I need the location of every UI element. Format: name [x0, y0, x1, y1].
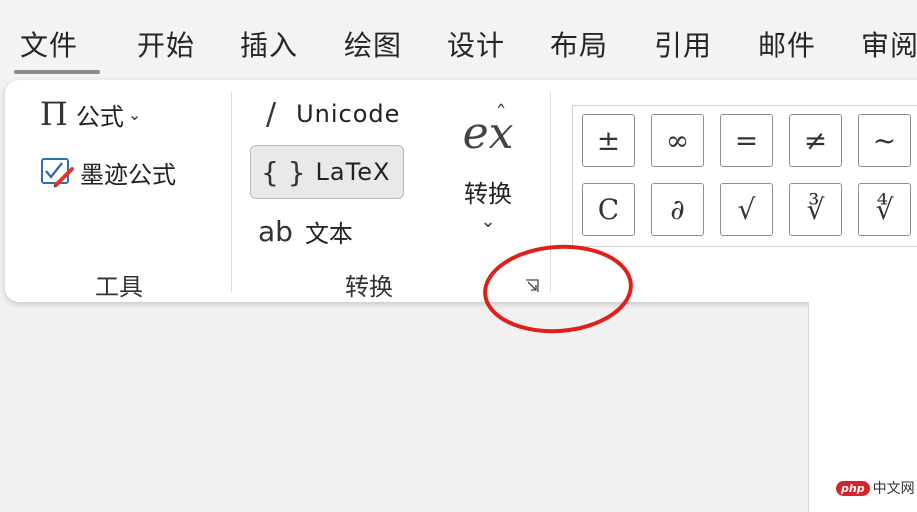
braces-icon: { }: [261, 155, 306, 189]
tab-review[interactable]: 审阅: [861, 24, 917, 64]
unicode-label: Unicode: [296, 100, 401, 128]
tab-layout[interactable]: 布局: [550, 24, 608, 64]
symbol-partial[interactable]: ∂: [651, 183, 704, 236]
symbol-cube-root[interactable]: ∛: [789, 183, 842, 236]
symbol-plus-minus[interactable]: ±: [582, 114, 635, 167]
ribbon-tab-bar: 文件 开始 插入 绘图 设计 布局 引用 邮件 审阅: [0, 0, 917, 80]
conversions-group-label: 转换: [345, 273, 393, 301]
chevron-down-icon: ⌄: [127, 104, 142, 124]
slash-icon: /: [266, 96, 277, 132]
text-label: 文本: [304, 219, 353, 248]
symbol-square-root[interactable]: √: [720, 183, 773, 236]
highlight-circle: [474, 243, 644, 357]
watermark: php 中文网: [836, 478, 915, 498]
symbol-equals[interactable]: =: [720, 114, 773, 167]
tab-insert[interactable]: 插入: [240, 24, 298, 64]
symbol-fourth-root[interactable]: ∜: [858, 183, 911, 236]
group-divider: [231, 92, 232, 292]
equation-button[interactable]: Π 公式 ⌄: [40, 96, 141, 132]
equation-label: 公式: [75, 102, 124, 131]
ink-equation-icon: [40, 155, 76, 189]
symbol-infinity[interactable]: ∞: [651, 114, 704, 167]
watermark-badge: php: [836, 480, 870, 496]
text-button[interactable]: ab 文本: [258, 213, 353, 249]
unicode-button[interactable]: / Unicode: [266, 96, 400, 132]
pi-icon: Π: [40, 95, 68, 133]
symbol-tilde[interactable]: ~: [858, 114, 911, 167]
latex-label: LaTeX: [315, 158, 391, 186]
latex-button[interactable]: { } LaTeX: [250, 145, 404, 199]
ab-icon: ab: [258, 214, 293, 248]
ink-equation-button[interactable]: 墨迹公式: [40, 154, 176, 190]
chevron-down-icon: ⌄: [480, 211, 496, 232]
tab-references[interactable]: 引用: [654, 24, 712, 64]
convert-icon: ex ˆ: [462, 103, 514, 159]
tab-file[interactable]: 文件: [20, 24, 78, 64]
tools-group-label: 工具: [95, 273, 143, 301]
tab-draw[interactable]: 绘图: [344, 24, 402, 64]
symbol-not-equal[interactable]: ≠: [789, 114, 842, 167]
tab-home[interactable]: 开始: [137, 24, 195, 64]
tab-mailings[interactable]: 邮件: [758, 24, 816, 64]
tab-design[interactable]: 设计: [447, 24, 505, 64]
convert-label: 转换: [464, 180, 512, 208]
watermark-text: 中文网: [872, 481, 915, 497]
ink-equation-label: 墨迹公式: [80, 160, 176, 189]
symbol-complement[interactable]: C: [582, 183, 635, 236]
active-tab-indicator: [14, 70, 100, 74]
convert-button[interactable]: ex ˆ 转换 ⌄: [448, 103, 528, 232]
